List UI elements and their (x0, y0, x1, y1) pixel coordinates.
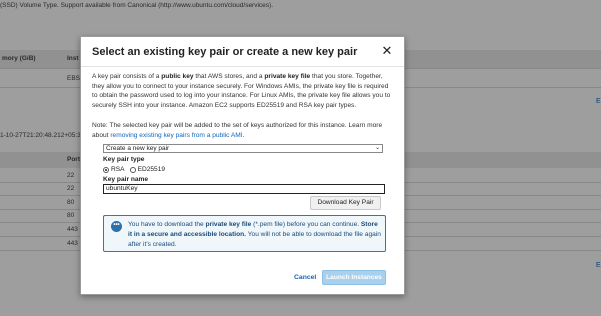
download-info-text: You have to download the private key fil… (128, 221, 381, 248)
dialog-header: Select an existing key pair or create a … (81, 37, 404, 67)
launch-instances-button[interactable]: Launch Instances (322, 270, 386, 285)
dialog-title: Select an existing key pair or create a … (92, 46, 358, 58)
key-pair-select[interactable]: Create a new key pair ⌄ (103, 144, 383, 153)
ed25519-radio[interactable] (129, 166, 136, 173)
rsa-radio[interactable] (103, 166, 109, 173)
cancel-button[interactable]: Cancel (294, 274, 316, 281)
download-info-alert: ••• You have to download the private key… (103, 215, 386, 252)
download-key-pair-button[interactable]: Download Key Pair (310, 196, 381, 210)
key-pair-name-label: Key pair name (103, 176, 149, 183)
chevron-down-icon: ⌄ (374, 145, 380, 151)
info-icon: ••• (111, 221, 122, 232)
key-pair-note: Note: The selected key pair will be adde… (92, 122, 383, 139)
close-icon[interactable]: ✕ (381, 44, 393, 57)
ed25519-radio-label[interactable]: ED25519 (138, 166, 166, 173)
key-pair-type-radio-group: RSA ED25519 (103, 165, 170, 174)
key-pair-description: A key pair consists of a public key that… (92, 73, 391, 110)
key-pair-type-label: Key pair type (103, 156, 145, 163)
key-pair-name-input[interactable]: ubuntuKey (103, 184, 385, 194)
remove-key-pairs-link[interactable]: removing existing key pairs from a publi… (110, 132, 242, 139)
rsa-radio-label[interactable]: RSA (111, 166, 125, 173)
key-pair-dialog: Select an existing key pair or create a … (80, 36, 405, 295)
